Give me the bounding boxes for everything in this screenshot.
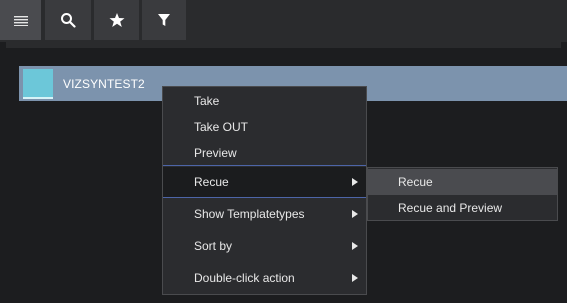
search-icon <box>60 12 76 28</box>
menu-item-recue[interactable]: Recue <box>163 167 366 197</box>
chevron-right-icon <box>352 242 358 250</box>
filter-button[interactable] <box>142 0 186 40</box>
toolbar <box>0 0 567 42</box>
item-thumbnail <box>23 68 53 99</box>
menu-button[interactable] <box>0 0 41 40</box>
chevron-right-icon <box>352 210 358 218</box>
menu-item-take[interactable]: Take <box>163 88 366 114</box>
favorites-button[interactable] <box>94 0 139 40</box>
recue-submenu: Recue Recue and Preview <box>367 167 558 221</box>
menu-item-preview[interactable]: Preview <box>163 140 366 166</box>
menu-item-label: Preview <box>194 146 237 160</box>
submenu-item-label: Recue <box>398 175 433 189</box>
filter-icon <box>157 13 171 27</box>
menu-item-sort-by[interactable]: Sort by <box>163 233 366 259</box>
item-label: VIZSYNTEST2 <box>63 76 145 91</box>
submenu-item-recue-and-preview[interactable]: Recue and Preview <box>368 195 557 221</box>
chevron-right-icon <box>352 274 358 282</box>
context-menu: Take Take OUT Preview Recue Show Templat… <box>162 86 367 295</box>
menu-item-label: Double-click action <box>194 271 295 285</box>
menu-item-double-click-action[interactable]: Double-click action <box>163 265 366 291</box>
menu-separator <box>163 165 366 166</box>
menu-item-label: Sort by <box>194 239 233 253</box>
menu-item-label: Show Templatetypes <box>194 207 305 221</box>
menu-item-label: Take <box>194 94 220 108</box>
chevron-right-icon <box>352 178 358 186</box>
menu-item-label: Recue <box>194 175 229 189</box>
menu-item-show-templatetypes[interactable]: Show Templatetypes <box>163 201 366 227</box>
menu-item-label: Take OUT <box>194 120 249 134</box>
menu-item-take-out[interactable]: Take OUT <box>163 114 366 140</box>
menu-icon <box>13 14 29 26</box>
submenu-item-recue[interactable]: Recue <box>368 169 557 195</box>
star-icon <box>109 12 125 28</box>
submenu-item-label: Recue and Preview <box>398 201 503 215</box>
menu-separator <box>163 197 366 198</box>
search-button[interactable] <box>45 0 91 40</box>
